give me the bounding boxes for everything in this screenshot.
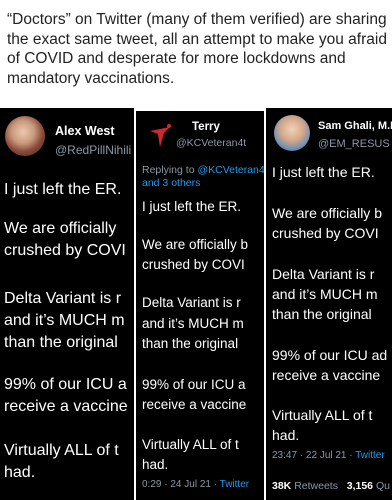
- post-caption: “Doctors” on Twitter (many of them verif…: [7, 11, 387, 87]
- reply-handle-link[interactable]: @KCVeteran4: [197, 164, 264, 176]
- tweet-text-line: than the original: [142, 336, 239, 351]
- tweet-text-line: than the original: [4, 334, 118, 351]
- tweet-text-line: had.: [142, 457, 169, 472]
- tweet-text-line: Delta Variant is r: [4, 290, 122, 307]
- replying-to: Replying to @KCVeteran4: [142, 164, 264, 177]
- avatar[interactable]: [142, 117, 180, 155]
- tweet-text-line: crushed by COVI: [4, 242, 126, 259]
- quotes-label[interactable]: Qu: [376, 480, 390, 492]
- reply-others-link[interactable]: and 3 others: [142, 177, 200, 189]
- tweet-text-line: Delta Variant is r: [272, 266, 375, 282]
- tweet-text-line: receive a vaccine: [142, 397, 247, 412]
- tweet-text-line: crushed by COVI: [142, 257, 245, 272]
- tweet-text-line: We are officially b: [142, 237, 249, 252]
- tweet-text-line: had.: [272, 427, 300, 443]
- author-handle[interactable]: @EM_RESUS: [318, 138, 390, 150]
- tweet-text-line: receive a vaccine: [4, 398, 128, 415]
- tweet-text-line: We are officially b: [272, 205, 382, 221]
- tweet-text-line: Virtually ALL of t: [272, 407, 373, 423]
- tweet-text-line: crushed by COVI: [272, 225, 379, 241]
- quotes-count[interactable]: 3,156: [347, 480, 373, 492]
- tweet-text-line: Virtually ALL of t: [4, 442, 119, 459]
- avatar[interactable]: [5, 116, 45, 156]
- tweet-text-line: and it’s MUCH m: [142, 316, 244, 331]
- tweet-text-line: Virtually ALL of t: [142, 437, 239, 452]
- tweet-text-line: than the original: [272, 306, 372, 322]
- tweet-text-line: I just left the ER.: [142, 199, 242, 214]
- author-handle[interactable]: @KCVeteran4t: [176, 137, 246, 149]
- replying-to-label: Replying to: [142, 164, 195, 176]
- avatar[interactable]: [274, 115, 310, 151]
- timestamp-text: 0:29 · 24 Jul 21 ·: [142, 479, 218, 490]
- timestamp-text: 23:47 · 22 Jul 21 ·: [272, 450, 353, 461]
- tweet-timestamp: 0:29 · 24 Jul 21 · Twitter: [142, 479, 249, 490]
- tweet-timestamp: 23:47 · 22 Jul 21 · Twitter: [272, 450, 385, 461]
- tweet-screenshot-terry: Terry @KCVeteran4t Replying to @KCVetera…: [134, 111, 264, 500]
- tweet-screenshot-alex-west: Alex West @RedPillNihili I just left the…: [0, 108, 134, 500]
- tweet-text-line: had.: [4, 464, 36, 481]
- retweets-count[interactable]: 38K: [272, 480, 291, 492]
- source-link[interactable]: Twitter: [220, 479, 249, 490]
- tweet-text-line: and it’s MUCH m: [4, 312, 125, 329]
- tweet-text-line: I just left the ER.: [272, 164, 375, 180]
- tweet-screenshot-sam-ghali: Sam Ghali, M.D @EM_RESUS I just left the…: [264, 108, 392, 500]
- author-name[interactable]: Terry: [192, 121, 220, 133]
- tweet-text-line: We are officially: [4, 220, 117, 237]
- engagement-stats: 38K Retweets 3,156 Qu: [272, 480, 390, 492]
- tweet-text-line: I just left the ER.: [4, 181, 122, 198]
- retweets-label[interactable]: Retweets: [294, 480, 338, 492]
- tweet-text-line: receive a vaccine: [272, 367, 381, 383]
- reply-others[interactable]: and 3 others: [142, 177, 200, 190]
- tweet-text-line: and it’s MUCH m: [272, 286, 378, 302]
- tweet-text-line: Delta Variant is r: [142, 295, 241, 310]
- tweet-text-line: 99% of our ICU ad: [272, 347, 388, 363]
- author-name[interactable]: Alex West: [55, 124, 115, 138]
- source-link[interactable]: Twitter: [355, 450, 384, 461]
- tweet-text-line: 99% of our ICU a: [142, 377, 246, 392]
- author-name[interactable]: Sam Ghali, M.D: [318, 120, 392, 132]
- avatar-logo-icon: [150, 124, 171, 147]
- tweet-text-line: 99% of our ICU a: [4, 376, 127, 393]
- author-handle[interactable]: @RedPillNihili: [55, 143, 131, 157]
